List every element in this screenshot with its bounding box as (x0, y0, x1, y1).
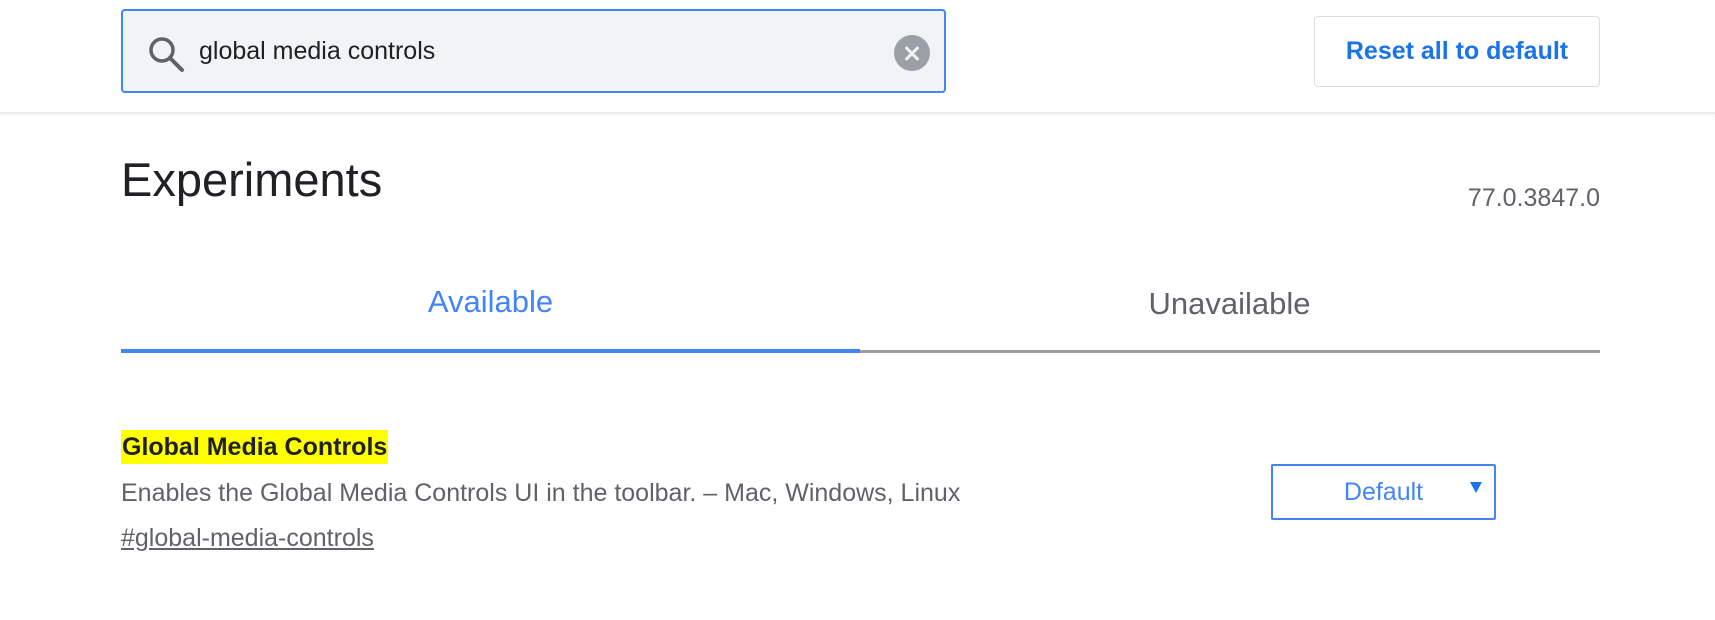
experiment-title: Global Media Controls (121, 430, 389, 464)
experiment-description: Enables the Global Media Controls UI in … (121, 479, 961, 507)
header-bar: Reset all to default (0, 0, 1715, 114)
search-box[interactable] (121, 9, 946, 93)
dropdown-arrow-icon (1470, 482, 1482, 493)
reset-all-button[interactable]: Reset all to default (1314, 16, 1600, 87)
experiment-state-select[interactable]: Default (1271, 464, 1496, 520)
tab-unavailable[interactable]: Unavailable (860, 270, 1599, 353)
version-label: 77.0.3847.0 (1467, 184, 1600, 212)
select-value: Default (1343, 477, 1424, 506)
tab-available[interactable]: Available (121, 270, 860, 353)
tab-bar: Available Unavailable (121, 270, 1600, 356)
clear-search-icon[interactable] (894, 35, 930, 71)
active-tab-indicator (121, 349, 860, 353)
experiment-permalink[interactable]: #global-media-controls (121, 521, 374, 555)
search-icon (149, 37, 184, 72)
page-title: Experiments (121, 153, 383, 206)
search-input[interactable] (199, 29, 859, 73)
